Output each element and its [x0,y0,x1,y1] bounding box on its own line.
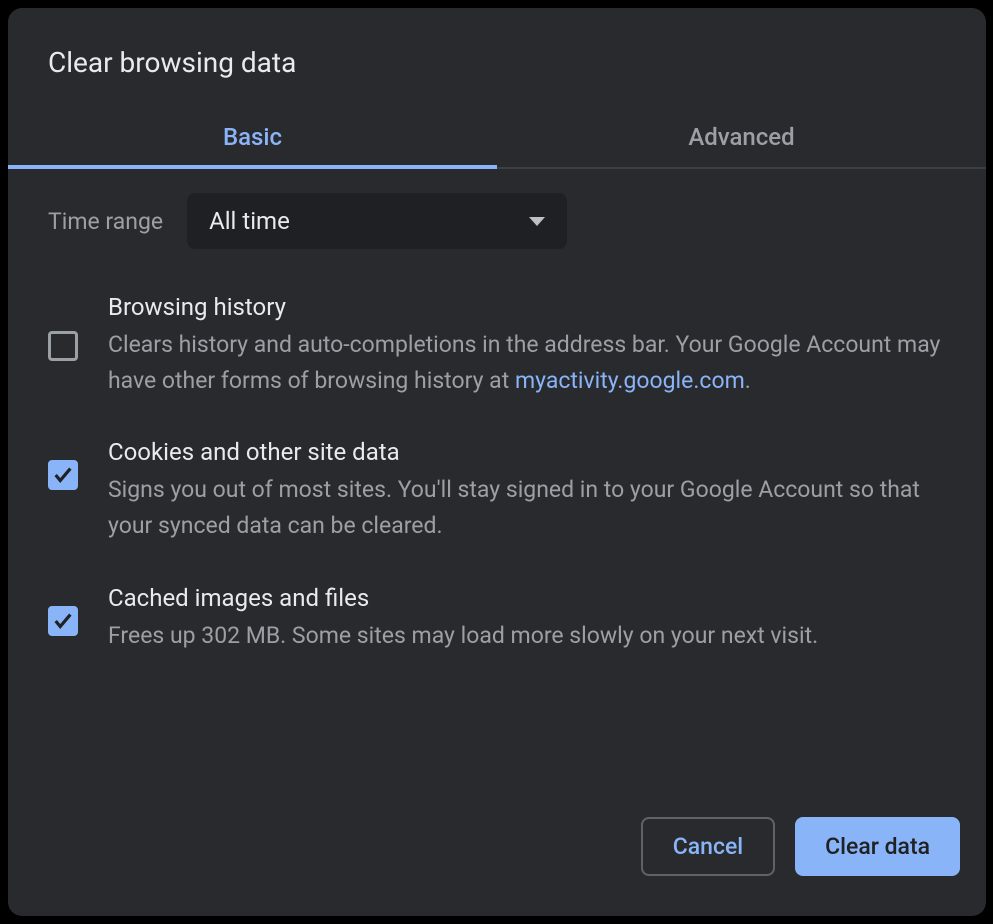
option-title: Cookies and other site data [108,438,946,466]
time-range-label: Time range [48,208,163,235]
chevron-down-icon [529,217,545,226]
option-browsing-history: Browsing history Clears history and auto… [48,279,946,424]
option-text: Browsing history Clears history and auto… [108,293,946,398]
tab-advanced[interactable]: Advanced [497,107,986,167]
time-range-select[interactable]: All time [187,193,567,249]
option-text: Cached images and files Frees up 302 MB.… [108,584,946,654]
clear-data-button[interactable]: Clear data [795,817,960,876]
check-icon [52,610,74,632]
option-text: Cookies and other site data Signs you ou… [108,438,946,543]
checkbox-cached[interactable] [48,606,78,636]
option-desc: Clears history and auto-completions in t… [108,327,946,398]
option-desc: Signs you out of most sites. You'll stay… [108,472,946,543]
checkbox-cookies[interactable] [48,460,78,490]
option-desc-suffix: . [745,367,751,394]
options-list: Browsing history Clears history and auto… [8,269,986,679]
tabs: Basic Advanced [8,107,986,169]
cancel-button[interactable]: Cancel [641,817,775,876]
clear-browsing-data-dialog: Clear browsing data Basic Advanced Time … [8,8,986,916]
myactivity-link[interactable]: myactivity.google.com [515,367,745,394]
checkbox-browsing-history[interactable] [48,331,78,361]
option-cached: Cached images and files Frees up 302 MB.… [48,570,946,680]
tab-basic[interactable]: Basic [8,107,497,167]
time-range-row: Time range All time [8,169,986,269]
time-range-value: All time [209,207,290,235]
option-title: Cached images and files [108,584,946,612]
option-title: Browsing history [108,293,946,321]
dialog-title: Clear browsing data [8,8,986,107]
check-icon [52,464,74,486]
option-cookies: Cookies and other site data Signs you ou… [48,424,946,569]
option-desc: Frees up 302 MB. Some sites may load mor… [108,618,946,654]
dialog-actions: Cancel Clear data [8,817,986,916]
